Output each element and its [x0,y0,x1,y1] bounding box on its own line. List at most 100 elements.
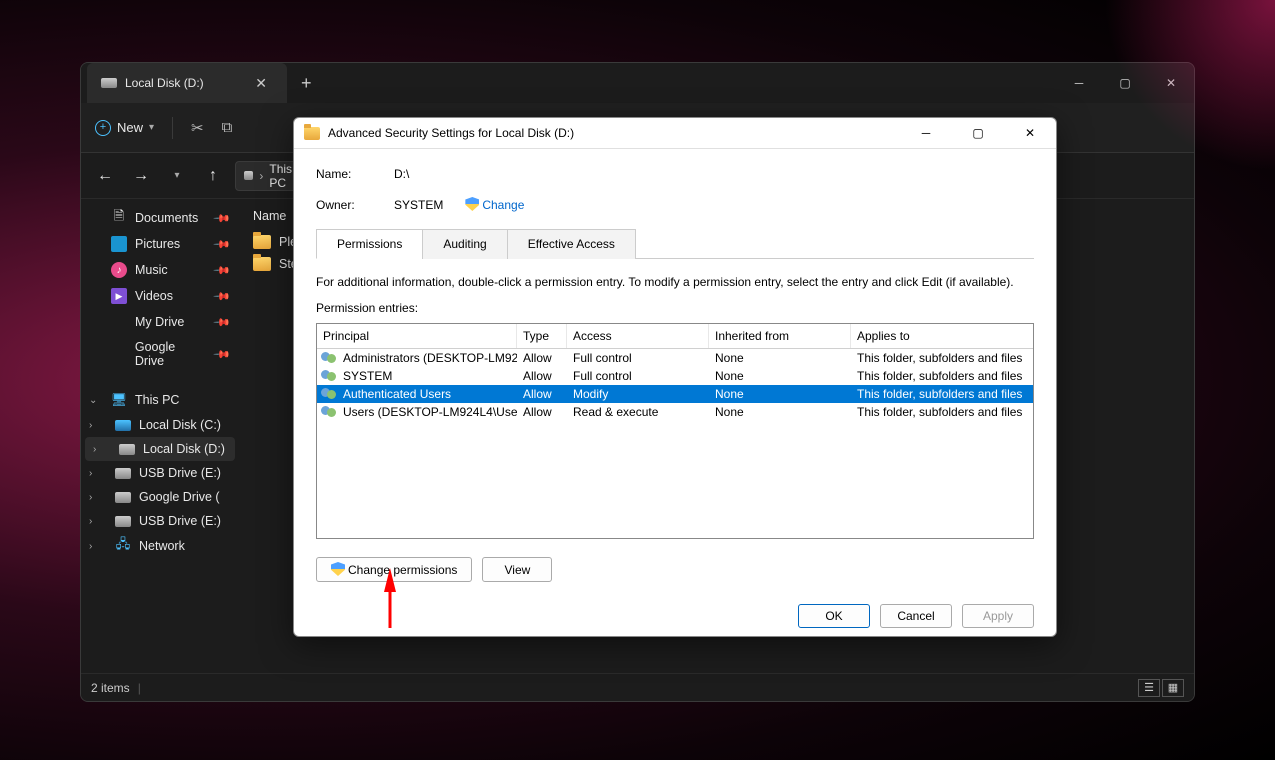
copy-icon[interactable]: ⧉ [222,119,233,136]
apply-button[interactable]: Apply [962,604,1034,628]
name-row: Name: D:\ [316,163,1034,185]
permission-row[interactable]: Authenticated UsersAllowModifyNoneThis f… [317,385,1033,403]
disk-icon [101,78,117,88]
sidebar-drive[interactable]: ›Google Drive ( [81,485,239,509]
ok-button[interactable]: OK [798,604,870,628]
dialog-footer: OK Cancel Apply [294,592,1056,644]
sidebar-drive[interactable]: ›Local Disk (D:) [85,437,235,461]
grid-header: PrincipalTypeAccessInherited fromApplies… [317,324,1033,349]
explorer-tab[interactable]: Local Disk (D:) ✕ [87,63,287,103]
pc-icon: 🖥 [111,392,127,408]
chevron-right-icon: › [89,420,92,431]
change-owner-link[interactable]: Change [465,197,524,212]
tab-add-button[interactable]: + [301,73,312,94]
users-icon [321,369,339,383]
column-header[interactable]: Type [517,324,567,348]
shield-icon [465,197,479,211]
owner-label: Owner: [316,198,382,212]
tab-auditing[interactable]: Auditing [422,229,507,259]
tab-close-button[interactable]: ✕ [249,73,273,94]
pin-icon: 📌 [213,209,232,228]
plus-icon: + [95,120,111,136]
column-header[interactable]: Access [567,324,709,348]
maximize-button[interactable]: ▢ [1102,63,1148,103]
sidebar-drive[interactable]: ›USB Drive (E:) [81,509,239,533]
users-icon [321,405,339,419]
pin-icon: 📌 [213,235,232,254]
new-label: New [117,120,143,135]
tab-title: Local Disk (D:) [125,76,204,90]
dialog-maximize-button[interactable]: ▢ [956,118,1000,148]
sidebar: 🗎Documents📌Pictures📌♪Music📌▶Videos📌My Dr… [81,199,239,673]
owner-value: SYSTEM [394,198,443,212]
separator [172,117,173,139]
thumbnails-view-button[interactable]: ▦ [1162,679,1184,697]
permissions-grid: PrincipalTypeAccessInherited fromApplies… [316,323,1034,539]
chevron-right-icon: › [89,541,92,552]
sidebar-network[interactable]: ›🖧Network [81,533,239,559]
disk-icon [115,492,131,503]
pin-icon: 📌 [213,313,232,332]
sidebar-this-pc[interactable]: ⌄🖥This PC [81,387,239,413]
chevron-right-icon: › [89,492,92,503]
tab-effective-access[interactable]: Effective Access [507,229,636,259]
disk-icon [119,444,135,455]
forward-button[interactable]: → [127,162,155,190]
sidebar-item-pictures[interactable]: Pictures📌 [81,231,239,257]
entries-label: Permission entries: [316,299,1034,315]
chevron-right-icon: › [93,444,96,455]
pic-icon [111,236,127,252]
disk-icon [244,171,253,180]
disk-icon [115,516,131,527]
chevron-right-icon: › [89,516,92,527]
pin-icon: 📌 [213,345,232,364]
sidebar-item-google-drive[interactable]: Google Drive📌 [81,335,239,373]
dialog-title: Advanced Security Settings for Local Dis… [328,126,896,140]
sidebar-item-videos[interactable]: ▶Videos📌 [81,283,239,309]
dialog-close-button[interactable]: ✕ [1008,118,1052,148]
sidebar-item-my-drive[interactable]: My Drive📌 [81,309,239,335]
permission-row[interactable]: SYSTEMAllowFull controlNoneThis folder, … [317,367,1033,385]
view-mode-buttons: ☰ ▦ [1138,679,1184,697]
permission-row[interactable]: Administrators (DESKTOP-LM92…AllowFull c… [317,349,1033,367]
permission-row[interactable]: Users (DESKTOP-LM924L4\Users)AllowRead &… [317,403,1033,421]
chevron-right-icon: › [89,468,92,479]
info-text: For additional information, double-click… [316,267,1034,291]
disk-icon [115,420,131,431]
grid-body: Administrators (DESKTOP-LM92…AllowFull c… [317,349,1033,421]
column-header[interactable]: Principal [317,324,517,348]
cut-icon[interactable]: ✂ [191,119,204,137]
chevron-down-icon: ▾ [149,122,154,133]
sidebar-item-music[interactable]: ♪Music📌 [81,257,239,283]
owner-row: Owner: SYSTEM Change [316,193,1034,216]
shield-icon [331,562,345,576]
chevron-down-icon: ⌄ [89,395,97,406]
column-header[interactable]: Applies to [851,324,1033,348]
folder-icon [253,235,271,249]
recent-button[interactable]: ▾ [163,162,191,190]
up-button[interactable]: ↑ [199,162,227,190]
tab-permissions[interactable]: Permissions [316,229,423,259]
dialog-minimize-button[interactable]: ─ [904,118,948,148]
pin-icon: 📌 [213,261,232,280]
column-header[interactable]: Inherited from [709,324,851,348]
sidebar-drive[interactable]: ›Local Disk (C:) [81,413,239,437]
close-button[interactable]: ✕ [1148,63,1194,103]
users-icon [321,351,339,365]
details-view-button[interactable]: ☰ [1138,679,1160,697]
vid-icon: ▶ [111,288,127,304]
cancel-button[interactable]: Cancel [880,604,952,628]
dialog-tabs: PermissionsAuditingEffective Access [316,228,1034,259]
minimize-button[interactable]: ─ [1056,63,1102,103]
back-button[interactable]: ← [91,162,119,190]
sidebar-drive[interactable]: ›USB Drive (E:) [81,461,239,485]
name-label: Name: [316,167,382,181]
change-permissions-button[interactable]: Change permissions [316,557,472,582]
sidebar-item-documents[interactable]: 🗎Documents📌 [81,205,239,231]
view-button[interactable]: View [482,557,552,582]
dialog-content: Name: D:\ Owner: SYSTEM Change Permissio… [294,149,1056,592]
dialog-titlebar: Advanced Security Settings for Local Dis… [294,118,1056,149]
grid-buttons: Change permissions View [316,547,1034,582]
new-button[interactable]: + New ▾ [95,120,154,136]
disk-icon [115,468,131,479]
